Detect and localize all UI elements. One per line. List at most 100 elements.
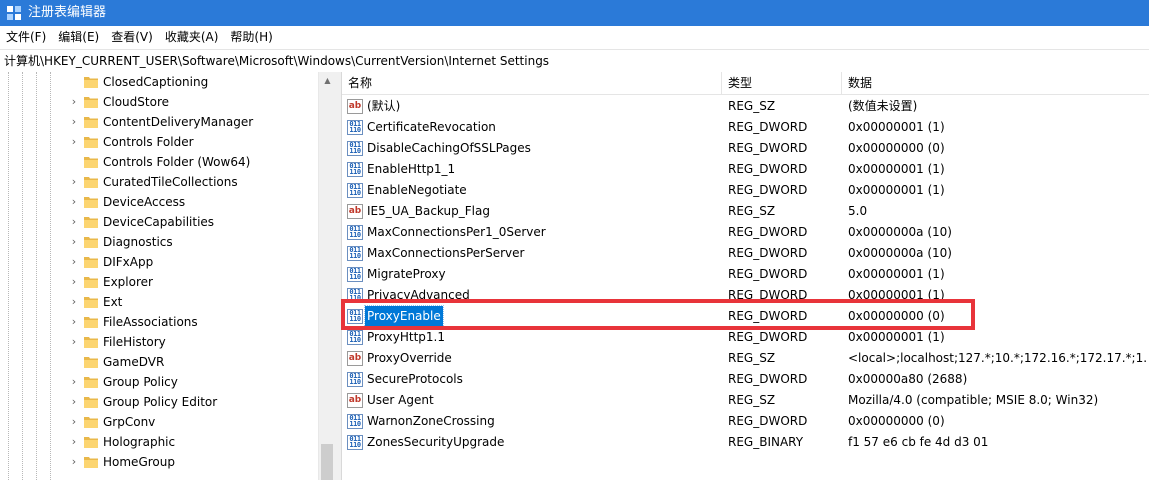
menu-help[interactable]: 帮助(H) bbox=[224, 27, 278, 47]
value-row[interactable]: 011 110 DisableCachingOfSSLPages REG_DWORD 0… bbox=[342, 138, 1149, 159]
value-row[interactable]: 011 110 ZonesSecurityUpgrade REG_BINARY f1 5… bbox=[342, 432, 1149, 453]
tree-item-label: Group Policy Editor bbox=[103, 395, 218, 409]
folder-icon bbox=[84, 117, 98, 128]
binary-value-icon: 011 110 bbox=[347, 183, 363, 198]
value-name: (默认) bbox=[367, 99, 401, 113]
tree-item-label: Controls Folder bbox=[103, 135, 194, 149]
chevron-right-icon[interactable]: › bbox=[68, 412, 80, 432]
address-bar[interactable]: 计算机\HKEY_CURRENT_USER\Software\Microsoft… bbox=[0, 49, 1149, 73]
folder-icon bbox=[84, 137, 98, 148]
value-row[interactable]: ab IE5_UA_Backup_Flag REG_SZ 5.0 bbox=[342, 201, 1149, 222]
value-data: 0x00000001 (1) bbox=[848, 183, 945, 197]
binary-value-icon: 011 110 bbox=[347, 246, 363, 261]
value-type: REG_SZ bbox=[728, 351, 776, 365]
string-value-icon: ab bbox=[347, 351, 363, 366]
chevron-right-icon[interactable]: › bbox=[68, 432, 80, 452]
value-data: 0x00000001 (1) bbox=[848, 120, 945, 134]
column-header-type[interactable]: 类型 bbox=[722, 72, 842, 94]
binary-value-icon: 011 110 bbox=[347, 414, 363, 429]
menu-edit[interactable]: 编辑(E) bbox=[52, 27, 105, 47]
folder-icon bbox=[84, 437, 98, 448]
value-row[interactable]: ab (默认) REG_SZ (数值未设置) bbox=[342, 96, 1149, 117]
chevron-right-icon[interactable]: › bbox=[68, 372, 80, 392]
value-row[interactable]: 011 110 MaxConnectionsPer1_0Server REG_DWOR… bbox=[342, 222, 1149, 243]
window-title: 注册表编辑器 bbox=[28, 5, 107, 20]
value-row[interactable]: 011 110 CertificateRevocation REG_DWORD 0x00… bbox=[342, 117, 1149, 138]
value-row[interactable]: 011 110 WarnonZoneCrossing REG_DWORD 0x00000… bbox=[342, 411, 1149, 432]
value-row[interactable]: 011 110 ProxyHttp1.1 REG_DWORD 0x00000001 (1… bbox=[342, 327, 1149, 348]
tree-scrollbar[interactable]: ▲ bbox=[318, 72, 336, 480]
folder-icon bbox=[84, 377, 98, 388]
menu-file[interactable]: 文件(F) bbox=[0, 27, 52, 47]
registry-editor-icon bbox=[7, 6, 21, 20]
chevron-right-icon[interactable] bbox=[68, 152, 80, 172]
value-data: 0x0000000a (10) bbox=[848, 225, 952, 239]
value-name: ProxyEnable bbox=[364, 305, 444, 328]
value-row[interactable]: 011 110 EnableNegotiate REG_DWORD 0x00000001… bbox=[342, 180, 1149, 201]
chevron-right-icon[interactable]: › bbox=[68, 452, 80, 472]
chevron-right-icon[interactable]: › bbox=[68, 312, 80, 332]
binary-value-icon: 011 110 bbox=[347, 120, 363, 135]
value-type: REG_DWORD bbox=[728, 141, 808, 155]
value-row[interactable]: 011 110 MaxConnectionsPerServer REG_DWORD 0x… bbox=[342, 243, 1149, 264]
chevron-right-icon[interactable] bbox=[68, 352, 80, 372]
menu-favorites[interactable]: 收藏夹(A) bbox=[159, 27, 225, 47]
chevron-right-icon[interactable]: › bbox=[68, 292, 80, 312]
scroll-up-arrow-icon[interactable]: ▲ bbox=[319, 72, 336, 89]
tree-item-label: Explorer bbox=[103, 275, 153, 289]
value-name: EnableHttp1_1 bbox=[367, 162, 456, 176]
value-row[interactable]: 011 110 MigrateProxy REG_DWORD 0x00000001 (1… bbox=[342, 264, 1149, 285]
binary-value-icon: 011 110 bbox=[347, 330, 363, 345]
value-data: 0x00000001 (1) bbox=[848, 267, 945, 281]
folder-icon bbox=[84, 317, 98, 328]
value-row[interactable]: 011 110 SecureProtocols REG_DWORD 0x00000a80… bbox=[342, 369, 1149, 390]
value-name: ZonesSecurityUpgrade bbox=[367, 435, 505, 449]
chevron-right-icon[interactable]: › bbox=[68, 212, 80, 232]
chevron-right-icon[interactable]: › bbox=[68, 332, 80, 352]
value-type: REG_DWORD bbox=[728, 414, 808, 428]
tree-guide-line bbox=[22, 72, 23, 480]
scrollbar-thumb[interactable] bbox=[321, 444, 333, 480]
value-data: 0x00000000 (0) bbox=[848, 141, 945, 155]
tree-item-label: CuratedTileCollections bbox=[103, 175, 238, 189]
column-header-data[interactable]: 数据 bbox=[842, 72, 1149, 94]
chevron-right-icon[interactable]: › bbox=[68, 172, 80, 192]
value-row[interactable]: ab User Agent REG_SZ Mozilla/4.0 (compatibl… bbox=[342, 390, 1149, 411]
chevron-right-icon[interactable]: › bbox=[68, 192, 80, 212]
folder-icon bbox=[84, 457, 98, 468]
value-row[interactable]: 011 110 EnableHttp1_1 REG_DWORD 0x00000001 (… bbox=[342, 159, 1149, 180]
binary-value-icon: 011 110 bbox=[347, 372, 363, 387]
tree-item-label: Ext bbox=[103, 295, 123, 309]
chevron-right-icon[interactable]: › bbox=[68, 272, 80, 292]
value-type: REG_BINARY bbox=[728, 435, 804, 449]
value-type: REG_DWORD bbox=[728, 120, 808, 134]
column-header-name[interactable]: 名称 bbox=[342, 72, 722, 94]
folder-icon bbox=[84, 217, 98, 228]
chevron-right-icon[interactable]: › bbox=[68, 132, 80, 152]
chevron-right-icon[interactable]: › bbox=[68, 92, 80, 112]
chevron-right-icon[interactable]: › bbox=[68, 252, 80, 272]
tree-item-label: DeviceCapabilities bbox=[103, 215, 215, 229]
folder-icon bbox=[84, 257, 98, 268]
chevron-right-icon[interactable]: › bbox=[68, 232, 80, 252]
tree-item-label: FileAssociations bbox=[103, 315, 198, 329]
menu-bar: 文件(F) 编辑(E) 查看(V) 收藏夹(A) 帮助(H) bbox=[0, 26, 1149, 48]
tree-item-label: Holographic bbox=[103, 435, 176, 449]
value-type: REG_DWORD bbox=[728, 162, 808, 176]
value-row[interactable]: 011 110 PrivacyAdvanced REG_DWORD 0x00000001… bbox=[342, 285, 1149, 306]
address-path[interactable]: 计算机\HKEY_CURRENT_USER\Software\Microsoft… bbox=[4, 53, 549, 69]
tree-guide-line bbox=[50, 72, 51, 480]
chevron-right-icon[interactable]: › bbox=[68, 392, 80, 412]
value-row[interactable]: ab ProxyOverride REG_SZ <local>;localhost;1… bbox=[342, 348, 1149, 369]
folder-icon bbox=[84, 357, 98, 368]
value-row[interactable]: 011 110 ProxyEnable REG_DWORD 0x00000000 (0) bbox=[342, 305, 1149, 328]
menu-view[interactable]: 查看(V) bbox=[105, 27, 159, 47]
tree-item-label: GameDVR bbox=[103, 355, 165, 369]
value-name: MaxConnectionsPer1_0Server bbox=[367, 225, 546, 239]
chevron-right-icon[interactable]: › bbox=[68, 112, 80, 132]
registry-key-tree[interactable]: ClosedCaptioning › CloudStore › ContentDeliv… bbox=[0, 72, 336, 480]
folder-icon bbox=[84, 237, 98, 248]
chevron-right-icon[interactable] bbox=[68, 72, 80, 92]
value-data: f1 57 e6 cb fe 4d d3 01 bbox=[848, 435, 989, 449]
values-list[interactable]: 名称 类型 数据 ab (默认) REG_SZ (数值未设置) 011 110 Certif… bbox=[342, 72, 1149, 480]
